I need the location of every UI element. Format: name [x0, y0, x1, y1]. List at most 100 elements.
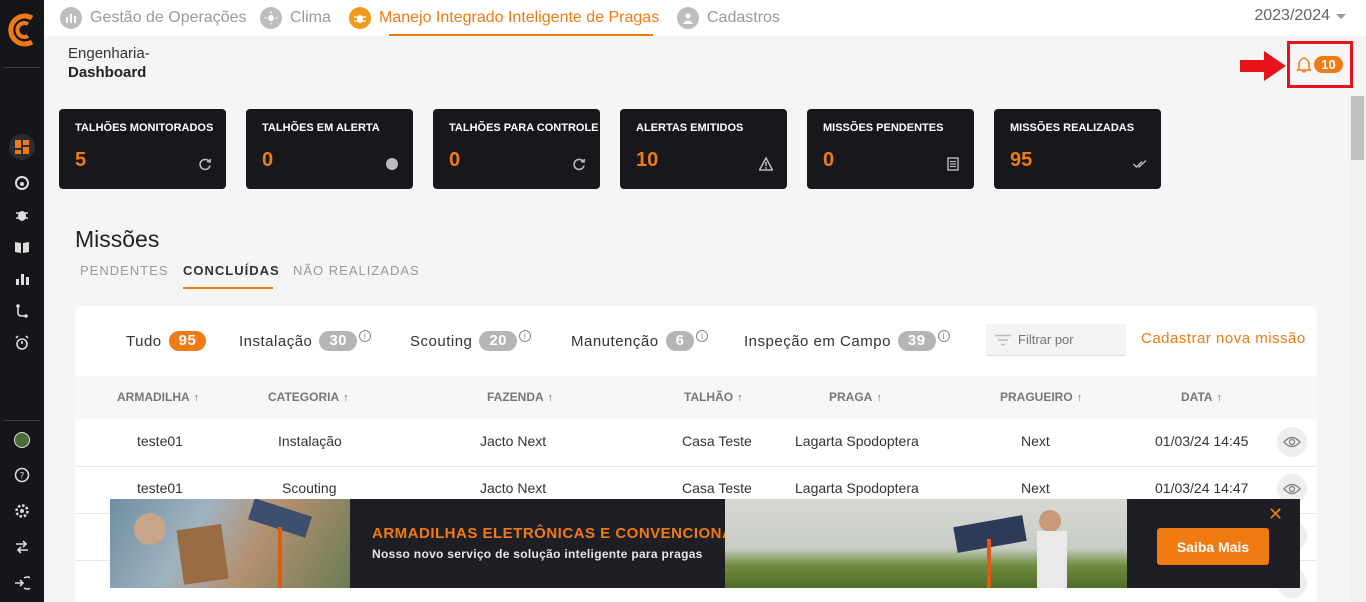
- refresh-icon: [573, 158, 586, 171]
- tab-label: Cadastros: [707, 9, 780, 26]
- stat-label: MISSÕES REALIZADAS: [1010, 122, 1135, 134]
- bar-chart-icon[interactable]: [9, 266, 35, 292]
- cell-armadilha: teste01: [137, 480, 183, 496]
- col-data[interactable]: DATA ↑: [1181, 390, 1222, 404]
- filter-tudo[interactable]: Tudo 95: [126, 331, 207, 351]
- tab-pendentes[interactable]: PENDENTES: [80, 263, 168, 278]
- filter-search-input[interactable]: [1018, 332, 1118, 347]
- filter-search[interactable]: [986, 324, 1126, 356]
- info-icon[interactable]: i: [359, 330, 372, 342]
- alarm-icon[interactable]: [9, 330, 35, 356]
- scrollbar-track[interactable]: [1349, 95, 1366, 602]
- bell-icon: [1297, 56, 1312, 73]
- eye-icon: [1283, 436, 1301, 448]
- tab-gestao-operacoes[interactable]: Gestão de Operações: [60, 0, 247, 36]
- col-label: DATA: [1181, 390, 1213, 404]
- cell-talhao: Casa Teste: [682, 480, 752, 496]
- col-praga[interactable]: PRAGA ↑: [829, 390, 882, 404]
- help-icon[interactable]: ?: [9, 462, 35, 488]
- avatar[interactable]: [9, 427, 35, 453]
- sort-arrow-icon: ↑: [1216, 392, 1223, 404]
- cell-fazenda: Jacto Next: [480, 480, 547, 496]
- filter-label: Inspeção em Campo: [744, 332, 891, 350]
- tab-concluidas[interactable]: CONCLUÍDAS: [183, 263, 280, 278]
- route-icon[interactable]: [9, 298, 35, 324]
- app-logo-icon[interactable]: [6, 12, 38, 48]
- notifications-button[interactable]: 10: [1287, 41, 1353, 88]
- sort-arrow-icon: ↑: [876, 392, 882, 404]
- gauge-icon[interactable]: [9, 170, 35, 196]
- scrollbar-thumb[interactable]: [1351, 96, 1364, 160]
- filter-label: Instalação: [239, 332, 313, 350]
- filter-count-badge: 30: [319, 331, 358, 351]
- sort-arrow-icon: ↑: [193, 392, 200, 404]
- bug-icon[interactable]: [9, 202, 35, 228]
- stat-card-alertas-emitidos[interactable]: ALERTAS EMITIDOS 10: [620, 109, 787, 189]
- view-mission-button[interactable]: [1277, 427, 1307, 457]
- sidebar-divider: [4, 420, 40, 421]
- stat-value: 0: [262, 149, 274, 171]
- season-value: 2023/2024: [1254, 7, 1330, 24]
- cell-data: 01/03/24 14:47: [1155, 480, 1249, 496]
- banner-photo-right: [725, 499, 1127, 588]
- stat-card-talhoes-monitorados[interactable]: TALHÕES MONITORADOS 5: [59, 109, 226, 189]
- filter-scouting[interactable]: Scouting 20 i: [410, 330, 532, 351]
- dashboard-icon[interactable]: [9, 134, 35, 160]
- swap-icon[interactable]: [9, 534, 35, 560]
- tab-label: Gestão de Operações: [90, 9, 247, 26]
- filter-count-badge: 39: [897, 331, 936, 351]
- cell-fazenda: Jacto Next: [480, 433, 547, 449]
- banner-title: ARMADILHAS ELETRÔNICAS E CONVENCIONAIS: [372, 525, 749, 542]
- tab-nao-realizadas[interactable]: NÃO REALIZADAS: [293, 263, 420, 278]
- sort-arrow-icon: ↑: [343, 392, 349, 404]
- info-icon[interactable]: i: [696, 330, 709, 342]
- logout-icon[interactable]: [9, 570, 35, 596]
- eye-icon: [1283, 483, 1301, 495]
- operations-icon: [60, 7, 82, 29]
- stat-label: TALHÕES PARA CONTROLE: [449, 122, 599, 134]
- learn-more-button[interactable]: Saiba Mais: [1157, 528, 1269, 565]
- season-selector[interactable]: 2023/2024: [1254, 0, 1346, 32]
- circle-icon: [386, 158, 398, 170]
- col-label: PRAGA: [829, 390, 873, 404]
- warning-icon: [759, 157, 773, 171]
- col-label: FAZENDA: [487, 390, 544, 404]
- filter-manutencao[interactable]: Manutenção 6 i: [571, 330, 709, 351]
- filter-inspecao-campo[interactable]: Inspeção em Campo 39 i: [744, 330, 950, 351]
- col-armadilha[interactable]: ARMADILHA ↑: [117, 390, 199, 404]
- pest-icon: [349, 7, 371, 29]
- tab-clima[interactable]: Clima: [260, 0, 331, 36]
- tab-cadastros[interactable]: Cadastros: [677, 0, 780, 36]
- banner-subtitle: Nosso novo serviço de solução inteligent…: [372, 547, 703, 561]
- stat-card-talhoes-alerta[interactable]: TALHÕES EM ALERTA 0: [246, 109, 413, 189]
- cell-praga: Lagarta Spodoptera: [795, 433, 919, 449]
- filter-instalacao[interactable]: Instalação 30 i: [239, 330, 372, 351]
- new-mission-button[interactable]: Cadastrar nova missão: [1141, 330, 1306, 347]
- double-check-icon: [1133, 159, 1147, 168]
- col-label: PRAGUEIRO: [1000, 390, 1073, 404]
- stat-value: 10: [636, 149, 659, 171]
- info-icon[interactable]: i: [937, 330, 950, 342]
- gear-icon[interactable]: [9, 498, 35, 524]
- filter-count-badge: 20: [479, 331, 518, 351]
- breadcrumb-parent[interactable]: Engenharia-: [68, 45, 150, 62]
- book-icon[interactable]: [9, 234, 35, 260]
- col-fazenda[interactable]: FAZENDA ↑: [487, 390, 553, 404]
- missions-title: Missões: [75, 226, 160, 252]
- cell-pragueiro: Next: [1021, 480, 1050, 496]
- list-icon: [947, 157, 959, 171]
- stat-card-missoes-pendentes[interactable]: MISSÕES PENDENTES 0: [807, 109, 974, 189]
- notification-count-badge: 10: [1314, 56, 1343, 73]
- stat-card-talhoes-controle[interactable]: TALHÕES PARA CONTROLE 0: [433, 109, 600, 189]
- col-categoria[interactable]: CATEGORIA ↑: [268, 390, 349, 404]
- chevron-down-icon: [1336, 13, 1346, 19]
- col-label: CATEGORIA: [268, 390, 340, 404]
- col-pragueiro[interactable]: PRAGUEIRO ↑: [1000, 390, 1082, 404]
- tab-manejo-pragas[interactable]: Manejo Integrado Inteligente de Pragas: [349, 0, 659, 36]
- info-icon[interactable]: i: [519, 330, 532, 342]
- col-talhao[interactable]: TALHÃO ↑: [684, 390, 743, 404]
- sort-arrow-icon: ↑: [547, 392, 554, 404]
- close-icon[interactable]: ✕: [1268, 504, 1283, 525]
- farmer-photo-icon: [953, 510, 1067, 588]
- stat-card-missoes-realizadas[interactable]: MISSÕES REALIZADAS 95: [994, 109, 1161, 189]
